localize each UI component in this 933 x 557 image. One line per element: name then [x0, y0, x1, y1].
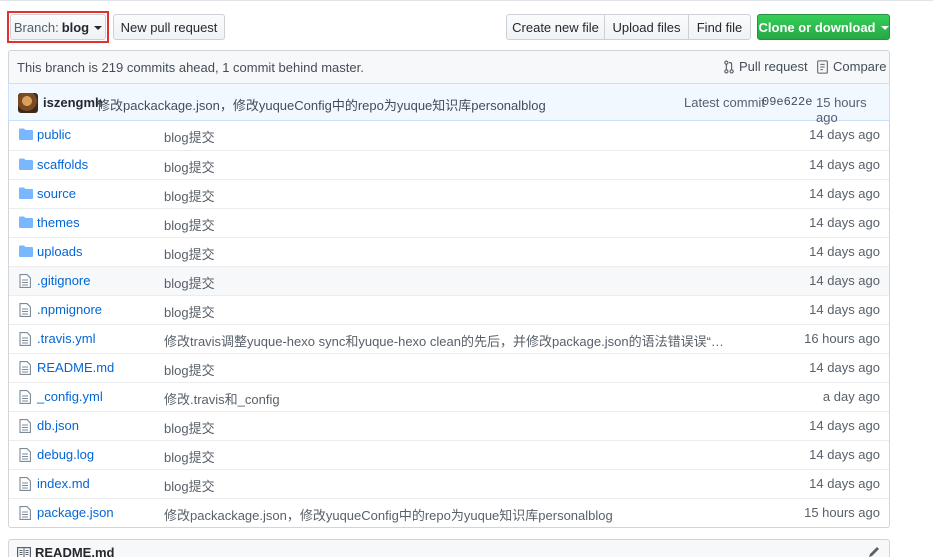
commit-message-link[interactable]: 修改packackage.json，修改yuqueConfig中的repo为yu… [97, 95, 546, 114]
commit-age: 14 days ago [809, 157, 880, 172]
file-icon [19, 303, 31, 320]
commit-age: 14 days ago [809, 186, 880, 201]
file-name-link[interactable]: README.md [37, 360, 114, 375]
create-new-file-button[interactable]: Create new file [506, 14, 605, 40]
commit-age: 16 hours ago [804, 331, 880, 346]
file-icon [19, 477, 31, 494]
file-table: public blog提交 14 days ago scaffolds blog提交 14… [8, 121, 890, 528]
table-row: .npmignore blog提交 14 days ago [9, 295, 889, 324]
file-name-link[interactable]: package.json [37, 505, 114, 520]
commit-message-link[interactable]: blog提交 [164, 215, 734, 234]
table-row: .gitignore blog提交 14 days ago [9, 266, 889, 295]
commit-message-link[interactable]: blog提交 [164, 476, 734, 495]
file-icon [19, 506, 31, 523]
table-row: themes blog提交 14 days ago [9, 208, 889, 237]
table-row: public blog提交 14 days ago [9, 121, 889, 150]
commit-message-link[interactable]: blog提交 [164, 302, 734, 321]
latest-commit-bar: iszengmh 修改packackage.json，修改yuqueConfig… [8, 83, 890, 125]
commit-age: 15 hours ago [804, 505, 880, 520]
folder-icon [19, 216, 33, 231]
table-row: uploads blog提交 14 days ago [9, 237, 889, 266]
commit-message-link[interactable]: blog提交 [164, 244, 734, 263]
chevron-down-icon [880, 26, 889, 30]
pull-request-icon [724, 59, 734, 74]
find-file-button[interactable]: Find file [688, 14, 751, 40]
new-pull-request-button[interactable]: New pull request [113, 14, 225, 40]
table-row: _config.yml 修改.travis和_config a day ago [9, 382, 889, 411]
commit-message-link[interactable]: blog提交 [164, 418, 734, 437]
file-name-link[interactable]: scaffolds [37, 157, 88, 172]
clone-or-download-button[interactable]: Clone or download [757, 14, 890, 40]
commit-message-link[interactable]: blog提交 [164, 186, 734, 205]
file-icon [19, 361, 31, 378]
file-name-link[interactable]: themes [37, 215, 80, 230]
file-name-link[interactable]: source [37, 186, 76, 201]
commit-message-link[interactable]: 修改packackage.json，修改yuqueConfig中的repo为yu… [164, 505, 734, 524]
readme-title: README.md [35, 545, 115, 557]
table-row: package.json 修改packackage.json，修改yuqueCon… [9, 498, 889, 527]
folder-icon [19, 187, 33, 202]
table-row: .travis.yml 修改travis调整yuque-hexo sync和yuq… [9, 324, 889, 353]
pencil-icon[interactable] [867, 545, 881, 557]
commit-message-link[interactable]: blog提交 [164, 127, 734, 146]
file-name-link[interactable]: .travis.yml [37, 331, 96, 346]
commit-message-link[interactable]: 修改travis调整yuque-hexo sync和yuque-hexo cle… [164, 331, 734, 350]
table-row: db.json blog提交 14 days ago [9, 411, 889, 440]
compare-link[interactable]: Compare [816, 59, 886, 74]
avatar[interactable] [18, 93, 38, 113]
compare-icon [817, 59, 828, 74]
file-name-link[interactable]: debug.log [37, 447, 94, 462]
commit-age: 14 days ago [809, 447, 880, 462]
table-row: debug.log blog提交 14 days ago [9, 440, 889, 469]
folder-icon [19, 128, 33, 143]
compare-label: Compare [833, 59, 887, 74]
file-name-link[interactable]: .npmignore [37, 302, 102, 317]
folder-icon [19, 158, 33, 173]
commit-age: a day ago [822, 389, 880, 404]
file-icon [19, 274, 31, 291]
commit-message-link[interactable]: blog提交 [164, 273, 734, 292]
clone-label: Clone or download [758, 19, 876, 35]
branch-status-bar: This branch is 219 commits ahead, 1 comm… [8, 50, 890, 83]
readme-header: README.md [8, 539, 890, 557]
commit-sha-link[interactable]: 09e622e [762, 95, 812, 109]
file-name-link[interactable]: index.md [37, 476, 90, 491]
upload-files-button[interactable]: Upload files [604, 14, 689, 40]
commit-message-link[interactable]: blog提交 [164, 360, 734, 379]
branch-highlight-box [7, 11, 109, 43]
file-name-link[interactable]: db.json [37, 418, 79, 433]
file-name-link[interactable]: .gitignore [37, 273, 90, 288]
table-row: source blog提交 14 days ago [9, 179, 889, 208]
file-icon [19, 390, 31, 407]
file-actions-group: Create new file Upload files Find file [506, 14, 751, 40]
table-row: index.md blog提交 14 days ago [9, 469, 889, 498]
table-row: scaffolds blog提交 14 days ago [9, 150, 889, 179]
file-icon [19, 419, 31, 436]
pull-request-link[interactable]: Pull request [723, 59, 808, 74]
commit-age: 14 days ago [809, 215, 880, 230]
commit-age: 14 days ago [809, 476, 880, 491]
commit-age: 14 days ago [809, 127, 880, 142]
top-divider [0, 0, 933, 5]
folder-icon [19, 245, 33, 260]
file-icon [19, 448, 31, 465]
pull-request-label: Pull request [739, 59, 808, 74]
file-name-link[interactable]: public [37, 127, 71, 142]
commit-age: 14 days ago [809, 244, 880, 259]
table-row: README.md blog提交 14 days ago [9, 353, 889, 382]
file-name-link[interactable]: uploads [37, 244, 83, 259]
commit-age: 14 days ago [809, 302, 880, 317]
commit-age: 14 days ago [809, 360, 880, 375]
branch-status-text: This branch is 219 commits ahead, 1 comm… [17, 60, 364, 75]
book-icon [17, 547, 31, 557]
file-name-link[interactable]: _config.yml [37, 389, 103, 404]
commit-age: 14 days ago [809, 418, 880, 433]
file-icon [19, 332, 31, 349]
latest-commit-label: Latest commit [684, 95, 765, 110]
commit-message-link[interactable]: 修改.travis和_config [164, 389, 734, 408]
commit-author-link[interactable]: iszengmh [43, 95, 103, 110]
commit-age: 14 days ago [809, 273, 880, 288]
commit-message-link[interactable]: blog提交 [164, 447, 734, 466]
commit-message-link[interactable]: blog提交 [164, 157, 734, 176]
